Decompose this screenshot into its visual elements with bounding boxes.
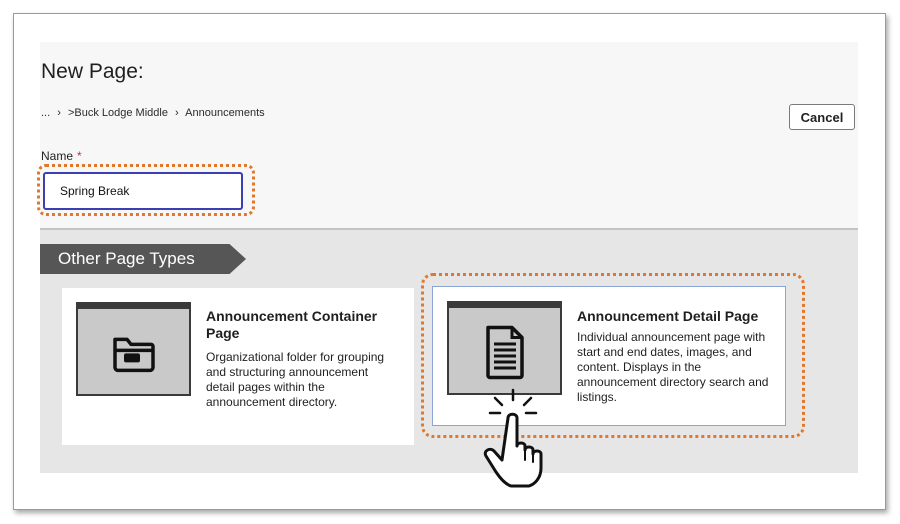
card-title: Announcement Container Page — [206, 308, 378, 341]
page-title: New Page: — [41, 60, 144, 83]
pointing-hand-cursor-icon — [483, 388, 543, 488]
cancel-button[interactable]: Cancel — [789, 104, 855, 130]
card-description: Organizational folder for grouping and s… — [206, 350, 385, 409]
name-label: Name * — [41, 149, 82, 163]
breadcrumb-item-ellipsis[interactable]: ... — [41, 107, 50, 119]
folder-icon — [112, 337, 155, 373]
breadcrumb-item-announcements[interactable]: Announcements — [185, 107, 265, 119]
page-thumbnail — [76, 302, 191, 396]
document-icon — [485, 325, 524, 380]
section-title: Other Page Types — [40, 244, 246, 274]
card-title: Announcement Detail Page — [577, 308, 759, 324]
required-marker: * — [77, 149, 82, 163]
breadcrumb-separator: › — [57, 107, 61, 119]
card-description: Individual announcement page with start … — [577, 330, 769, 404]
page-thumbnail — [447, 301, 562, 395]
page-type-card-container[interactable]: Announcement Container Page Organization… — [62, 288, 414, 445]
breadcrumb-item-school[interactable]: >Buck Lodge Middle — [68, 107, 168, 119]
breadcrumb: ... › >Buck Lodge Middle › Announcements — [41, 107, 265, 119]
name-input[interactable] — [43, 172, 243, 210]
breadcrumb-separator: › — [175, 107, 179, 119]
